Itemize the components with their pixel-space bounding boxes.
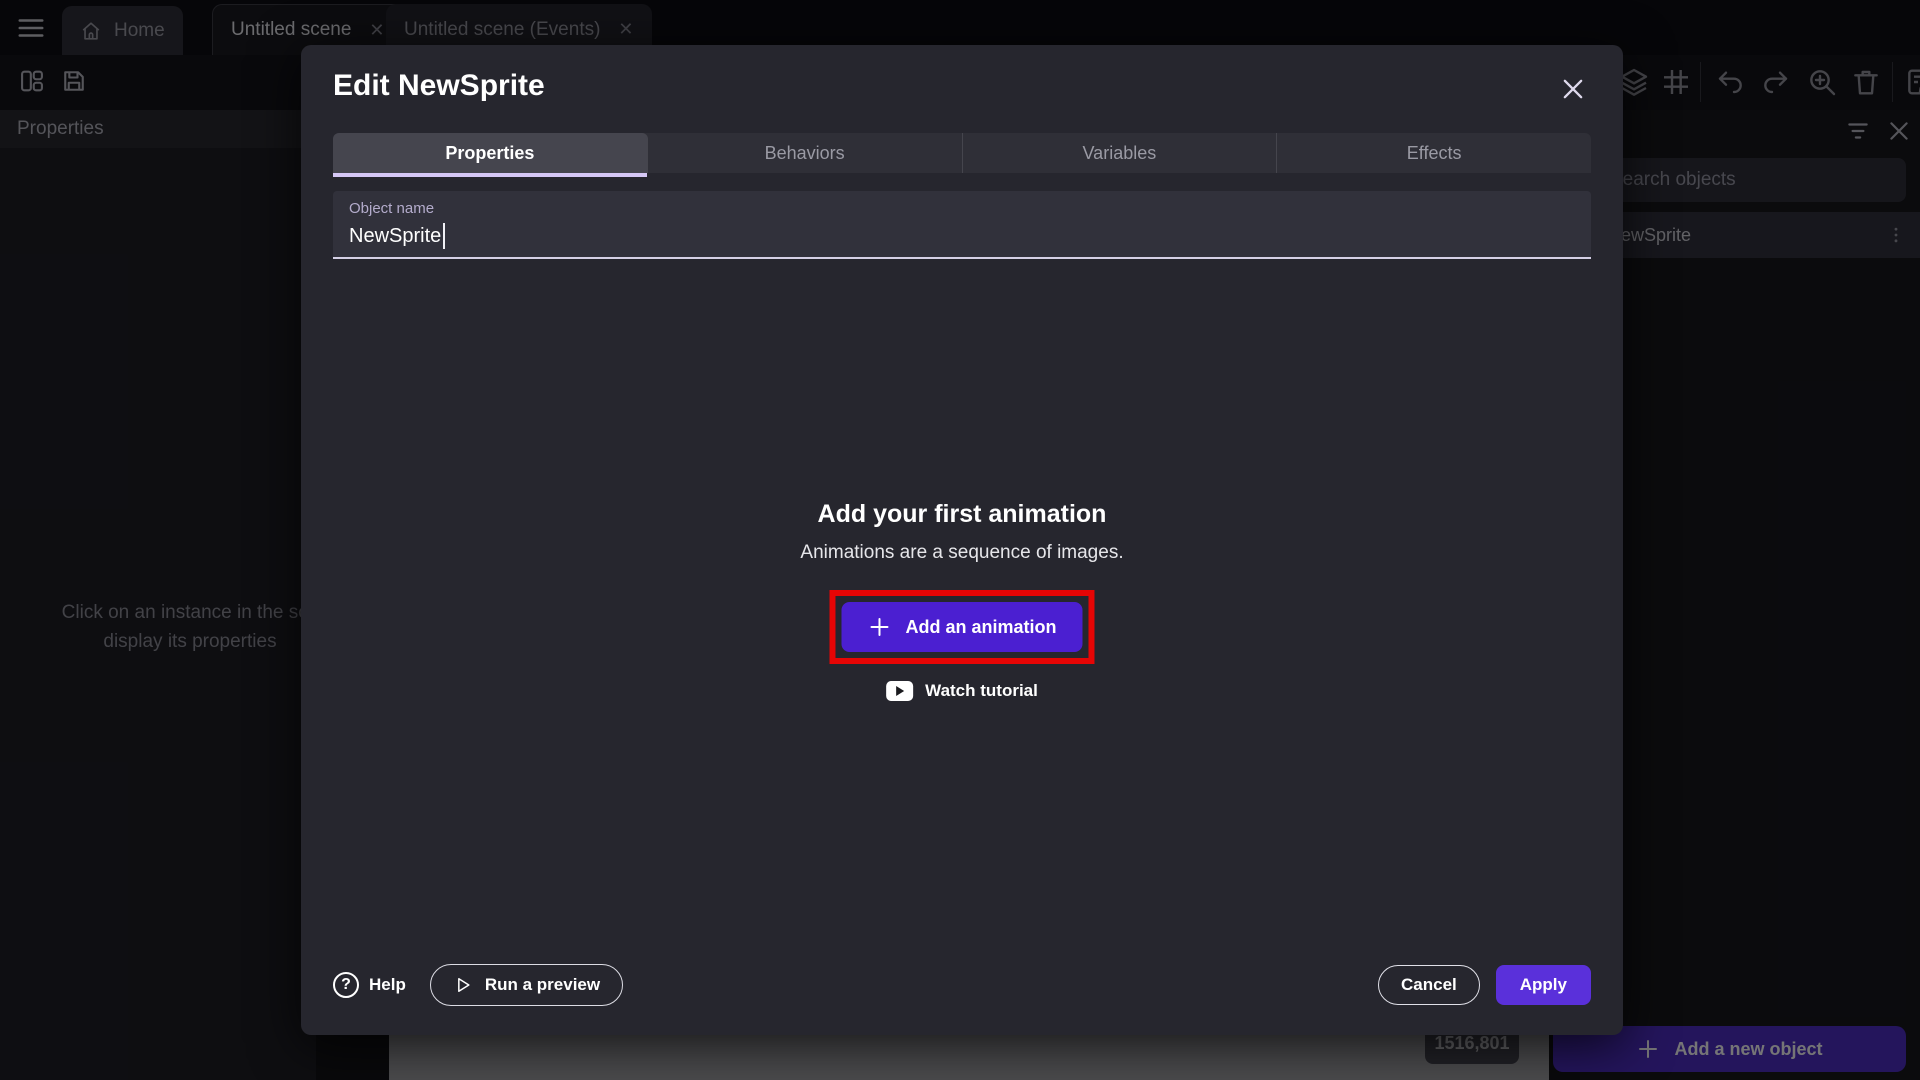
run-preview-label: Run a preview (485, 975, 600, 995)
watch-tutorial-label: Watch tutorial (925, 681, 1038, 701)
highlight-rectangle: Add an animation (829, 590, 1094, 664)
add-animation-label: Add an animation (905, 617, 1056, 638)
help-icon: ? (333, 972, 359, 998)
play-icon (453, 975, 473, 995)
youtube-icon (886, 681, 913, 701)
plus-icon (867, 615, 891, 639)
tab-variables[interactable]: Variables (963, 133, 1278, 173)
apply-button[interactable]: Apply (1496, 965, 1591, 1005)
help-button[interactable]: ? Help (333, 972, 406, 998)
object-name-value: NewSprite (349, 225, 441, 248)
dialog-tabs: Properties Behaviors Variables Effects (333, 133, 1591, 173)
app-root: Home Untitled scene ✕ Untitled scene (Ev… (0, 0, 1920, 1080)
cancel-button[interactable]: Cancel (1378, 965, 1480, 1005)
tab-behaviors[interactable]: Behaviors (648, 133, 963, 173)
object-name-label: Object name (349, 200, 434, 217)
object-name-field[interactable]: Object name NewSprite (333, 191, 1591, 259)
empty-state-title: Add your first animation (301, 500, 1623, 529)
text-cursor (443, 223, 445, 249)
help-label: Help (369, 975, 406, 995)
dialog-title: Edit NewSprite (333, 69, 545, 103)
empty-animation-state: Add your first animation Animations are … (301, 500, 1623, 564)
edit-object-dialog: Edit NewSprite Properties Behaviors Vari… (301, 45, 1623, 1035)
run-preview-button[interactable]: Run a preview (430, 964, 623, 1006)
watch-tutorial-link[interactable]: Watch tutorial (886, 681, 1038, 701)
close-dialog-icon[interactable] (1559, 75, 1587, 103)
tab-properties[interactable]: Properties (333, 133, 648, 173)
tab-effects[interactable]: Effects (1277, 133, 1591, 173)
add-animation-button[interactable]: Add an animation (841, 602, 1082, 652)
empty-state-subtitle: Animations are a sequence of images. (301, 542, 1623, 564)
dialog-footer: ? Help Run a preview Cancel Apply (333, 963, 1591, 1007)
